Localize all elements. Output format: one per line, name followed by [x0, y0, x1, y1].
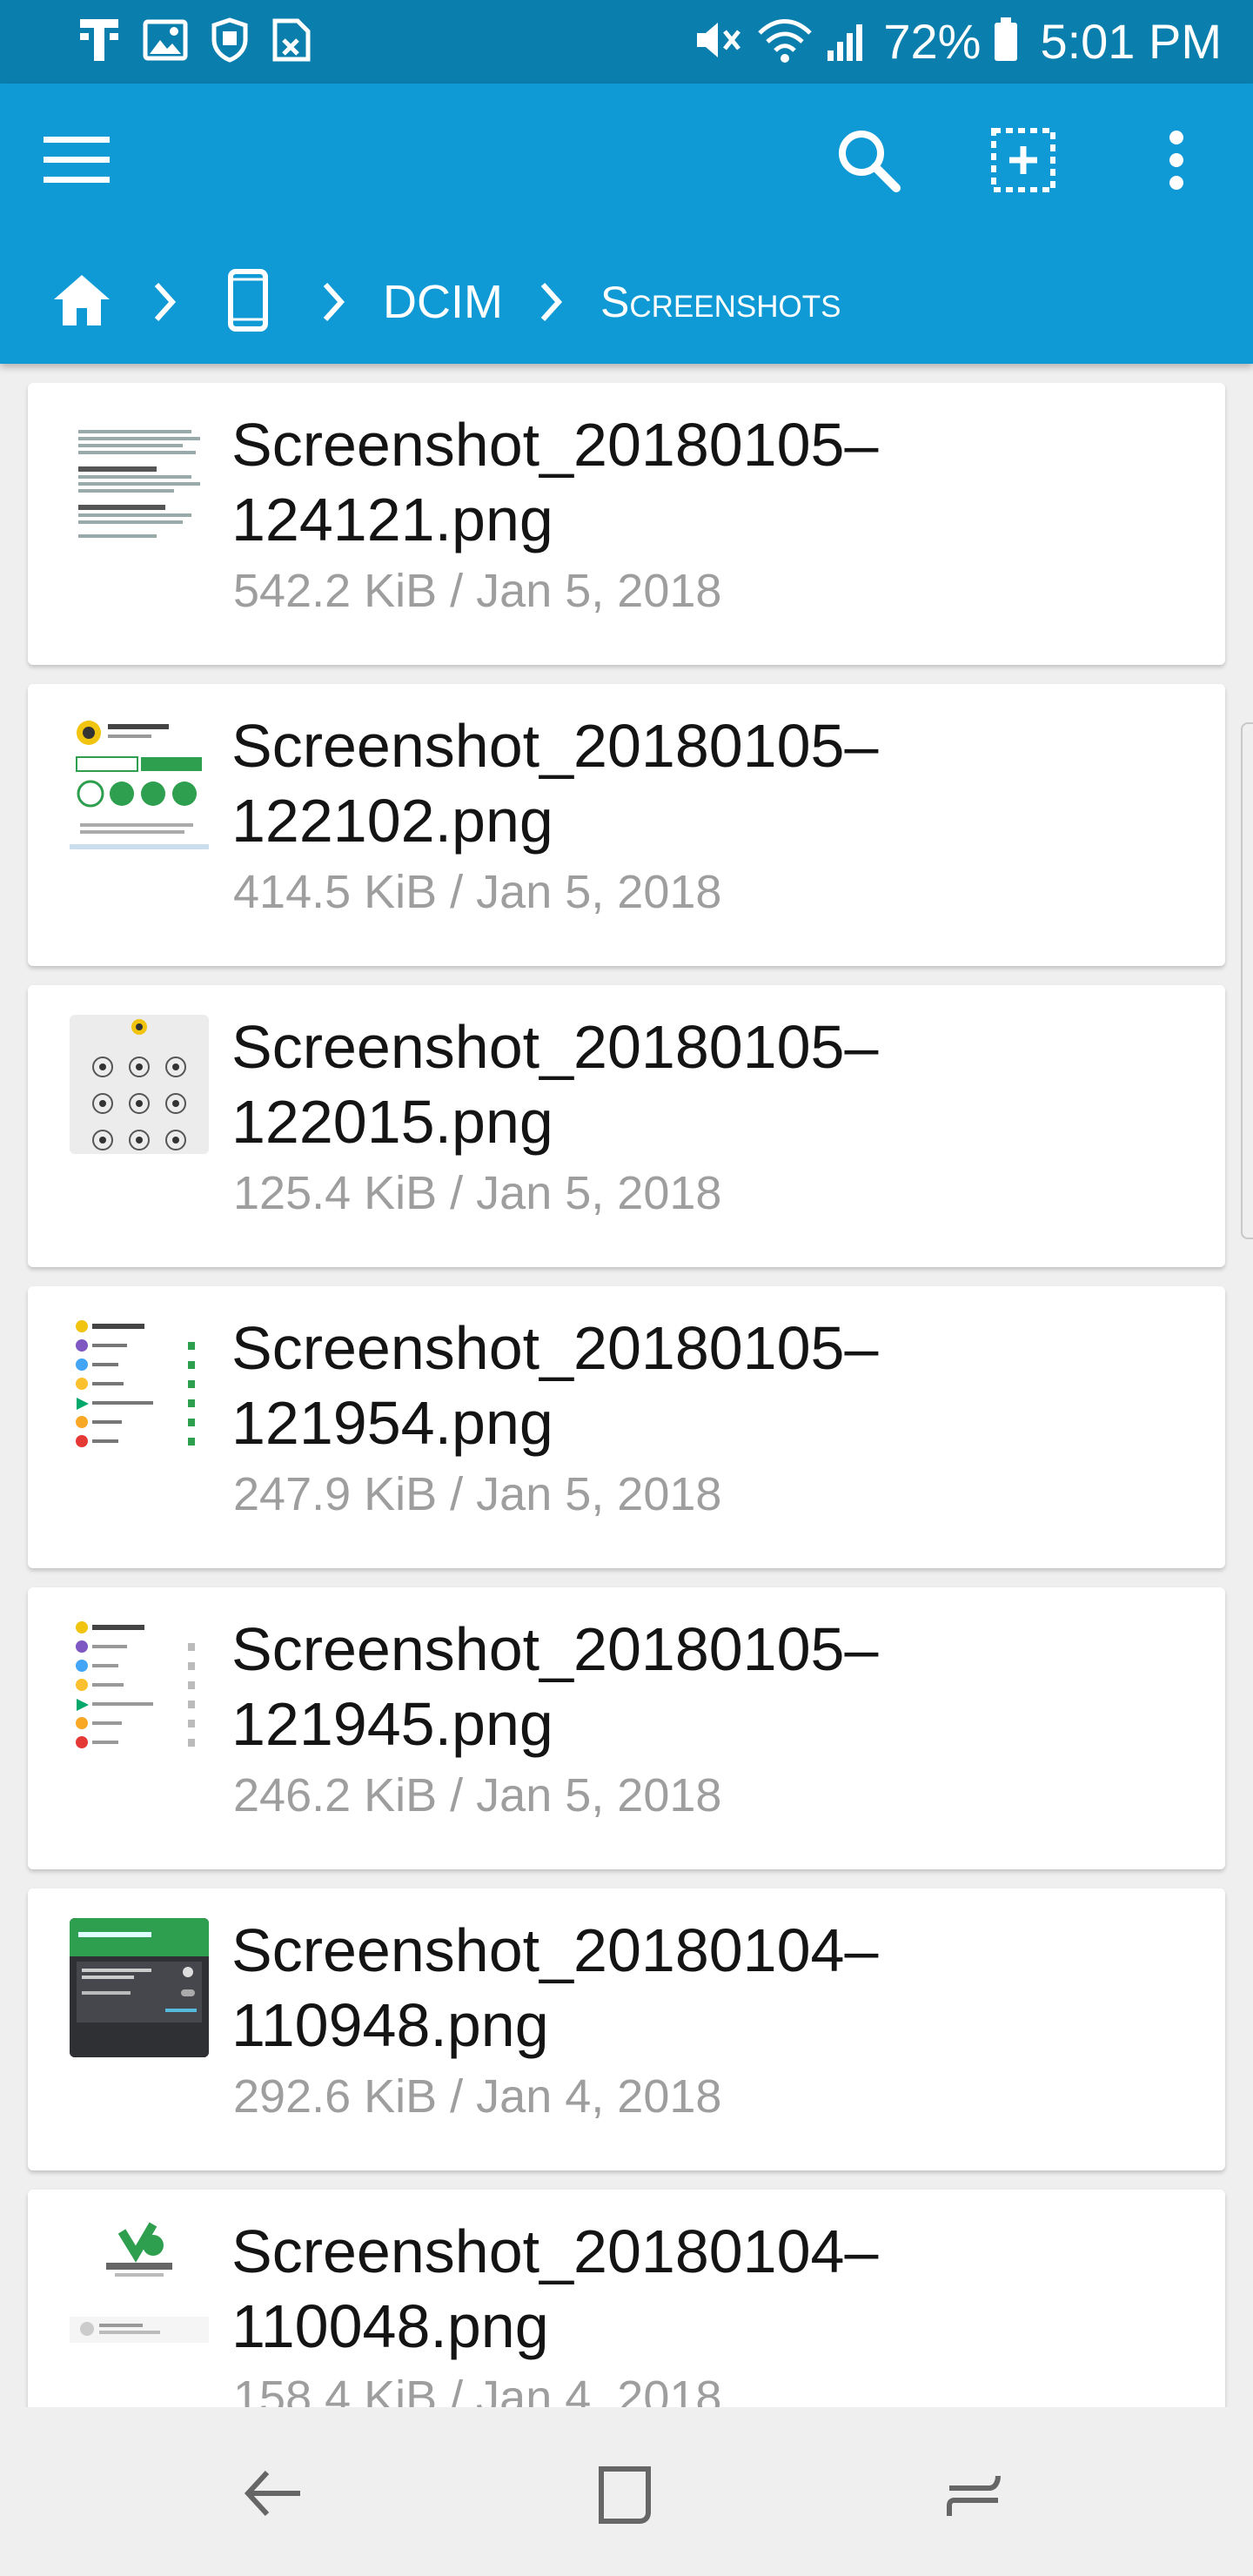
breadcrumb-device[interactable]	[228, 254, 280, 350]
status-right: 72% 5:01 PM	[692, 9, 1222, 75]
shield-icon	[211, 17, 249, 67]
app-bar: DCIM Screenshots	[0, 84, 1253, 364]
battery-icon	[993, 16, 1019, 69]
status-bar: 72% 5:01 PM	[0, 0, 1253, 84]
gallery-icon	[143, 19, 188, 65]
list-item[interactable]: Screenshot_20180104– 110048.png 158.4 KiB…	[28, 2190, 1225, 2407]
file-thumbnail	[70, 1918, 209, 2057]
file-name: Screenshot_20180105– 121954.png	[231, 1314, 879, 1457]
file-meta: 292.6 KiB / Jan 4, 2018	[233, 2070, 722, 2123]
file-meta: 125.4 KiB / Jan 5, 2018	[233, 1167, 722, 1219]
list-item[interactable]: Screenshot_20180105– 124121.png 542.2 KiB…	[28, 383, 1225, 665]
wifi-icon	[756, 16, 814, 69]
file-thumbnail	[70, 1316, 209, 1455]
hamburger-menu-icon[interactable]	[35, 118, 118, 202]
scrollbar[interactable]	[1241, 722, 1253, 1239]
home-square-icon[interactable]	[580, 2451, 667, 2538]
file-thumbnail	[70, 714, 209, 853]
list-item[interactable]: Screenshot_20180105– 121954.png 247.9 KiB…	[28, 1286, 1225, 1568]
battery-percent: 72%	[883, 14, 982, 69]
list-item[interactable]: Screenshot_20180105– 122102.png 414.5 KiB…	[28, 684, 1225, 966]
file-name: Screenshot_20180104– 110048.png	[231, 2217, 879, 2360]
signal-icon	[826, 16, 871, 69]
file-meta: 414.5 KiB / Jan 5, 2018	[233, 866, 722, 918]
list-item[interactable]: Screenshot_20180104– 110948.png 292.6 KiB…	[28, 1888, 1225, 2170]
breadcrumb-screenshots[interactable]: Screenshots	[600, 254, 841, 350]
file-name: Screenshot_20180105– 122102.png	[231, 712, 879, 855]
file-meta: 246.2 KiB / Jan 5, 2018	[233, 1769, 722, 1821]
breadcrumb: DCIM Screenshots	[0, 254, 1253, 350]
file-thumbnail	[70, 413, 209, 552]
more-vert-icon[interactable]	[1135, 118, 1218, 202]
file-thumbnail	[70, 1015, 209, 1154]
file-thumbnail	[70, 2219, 209, 2358]
add-selection-icon[interactable]	[982, 118, 1065, 202]
carrier-t-icon	[78, 16, 120, 69]
file-name: Screenshot_20180105– 122015.png	[231, 1013, 879, 1156]
file-meta: 542.2 KiB / Jan 5, 2018	[233, 565, 722, 617]
mute-icon	[692, 16, 744, 69]
file-name: Screenshot_20180104– 110948.png	[231, 1916, 879, 2059]
search-icon[interactable]	[827, 118, 910, 202]
home-icon	[52, 273, 111, 332]
chevron-right-icon	[151, 254, 186, 350]
list-item[interactable]: Screenshot_20180105– 121945.png 246.2 KiB…	[28, 1587, 1225, 1869]
file-name: Screenshot_20180105– 124121.png	[231, 411, 879, 553]
phone-icon	[228, 268, 268, 336]
file-meta: 247.9 KiB / Jan 5, 2018	[233, 1468, 722, 1520]
list-item[interactable]: Screenshot_20180105– 122015.png 125.4 KiB…	[28, 985, 1225, 1267]
breadcrumb-home[interactable]	[52, 254, 122, 350]
navigation-bar	[0, 2407, 1253, 2576]
file-thumbnail	[70, 1617, 209, 1756]
clock: 5:01 PM	[1040, 14, 1222, 69]
file-name: Screenshot_20180105– 121945.png	[231, 1615, 879, 1758]
back-icon[interactable]	[230, 2451, 317, 2538]
chevron-right-icon	[538, 254, 573, 350]
status-left-icons	[78, 16, 312, 69]
sim-card-icon	[271, 17, 312, 67]
file-meta: 158.4 KiB / Jan 4, 2018	[233, 2371, 722, 2407]
recents-icon[interactable]	[931, 2451, 1018, 2538]
file-list[interactable]: Screenshot_20180105– 124121.png 542.2 KiB…	[0, 383, 1253, 2407]
chevron-right-icon	[320, 254, 355, 350]
breadcrumb-dcim[interactable]: DCIM	[383, 254, 503, 350]
